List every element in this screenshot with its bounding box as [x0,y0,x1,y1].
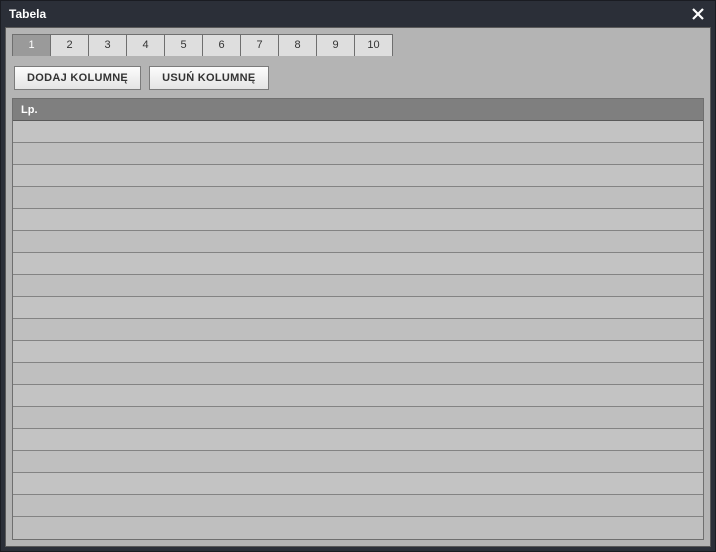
tab-5[interactable]: 5 [164,34,203,56]
table-row[interactable] [13,187,703,209]
table-row[interactable] [13,209,703,231]
tab-9[interactable]: 9 [316,34,355,56]
table-row[interactable] [13,385,703,407]
add-column-button[interactable]: DODAJ KOLUMNĘ [14,66,141,90]
tab-10[interactable]: 10 [354,34,393,56]
tab-7[interactable]: 7 [240,34,279,56]
grid-body [13,121,703,539]
tab-2[interactable]: 2 [50,34,89,56]
dialog-body: 12345678910 DODAJ KOLUMNĘ USUŃ KOLUMNĘ L… [5,27,711,547]
window: Tabela 12345678910 DODAJ KOLUMNĘ USUŃ KO… [0,0,716,552]
table-row[interactable] [13,165,703,187]
table-row[interactable] [13,275,703,297]
grid-column-header: Lp. [13,104,38,116]
tab-1[interactable]: 1 [12,34,51,56]
table-row[interactable] [13,253,703,275]
tab-4[interactable]: 4 [126,34,165,56]
close-icon [691,7,705,21]
toolbar: DODAJ KOLUMNĘ USUŃ KOLUMNĘ [12,56,704,98]
table-row[interactable] [13,363,703,385]
table-row[interactable] [13,319,703,341]
close-button[interactable] [689,5,707,23]
tab-3[interactable]: 3 [88,34,127,56]
tab-bar: 12345678910 [12,34,704,56]
table-row[interactable] [13,451,703,473]
tab-8[interactable]: 8 [278,34,317,56]
table-row[interactable] [13,143,703,165]
table-row[interactable] [13,407,703,429]
table-row[interactable] [13,495,703,517]
tab-6[interactable]: 6 [202,34,241,56]
table-row[interactable] [13,297,703,319]
table-row[interactable] [13,429,703,451]
table-row[interactable] [13,121,703,143]
table-row[interactable] [13,473,703,495]
remove-column-button[interactable]: USUŃ KOLUMNĘ [149,66,268,90]
window-title: Tabela [9,7,46,21]
data-grid: Lp. [12,98,704,540]
table-row[interactable] [13,341,703,363]
titlebar: Tabela [1,1,715,27]
table-row[interactable] [13,231,703,253]
grid-header: Lp. [13,99,703,121]
